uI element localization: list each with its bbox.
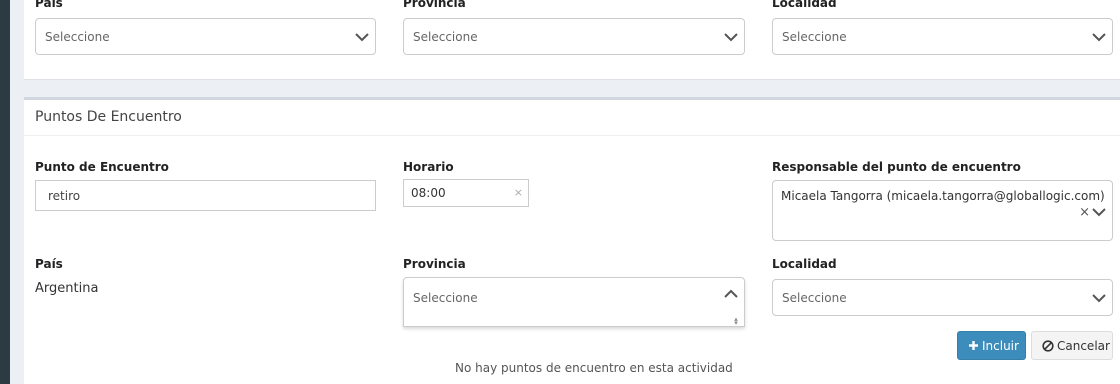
localidad-select-top[interactable]: Seleccione [772, 18, 1113, 55]
localidad-label: Localidad [772, 257, 837, 271]
include-button[interactable]: Incluir [957, 331, 1026, 360]
pais-select-top-value: Seleccione [45, 30, 110, 44]
ban-icon [1042, 340, 1054, 352]
localidad-label-top: Localidad [772, 0, 837, 10]
content-gutter [10, 0, 24, 384]
chevron-down-icon [1092, 294, 1106, 303]
chevron-up-icon [724, 289, 738, 298]
chevron-down-icon [355, 33, 369, 42]
include-button-label: Incluir [982, 339, 1019, 353]
pais-label-top: País [35, 0, 63, 10]
resize-handle-icon[interactable]: ▴ ▾ [732, 316, 740, 327]
close-icon[interactable]: × [1079, 205, 1090, 220]
cancel-button-label: Cancelar [1057, 339, 1110, 353]
responsable-select-value: Micaela Tangorra (micaela.tangorra@globa… [781, 189, 1105, 203]
section-title: Puntos De Encuentro [35, 109, 182, 125]
pais-select-top[interactable]: Seleccione [35, 18, 376, 55]
close-icon[interactable]: × [514, 186, 523, 199]
provincia-select-top[interactable]: Seleccione [403, 18, 745, 55]
pais-label: País [35, 257, 63, 271]
responsable-select[interactable]: Micaela Tangorra (micaela.tangorra@globa… [772, 180, 1113, 241]
responsable-label: Responsable del punto de encuentro [772, 160, 1021, 174]
punto-input[interactable]: retiro [35, 180, 376, 211]
punto-input-value: retiro [48, 189, 81, 203]
box-header: Puntos De Encuentro [24, 100, 1120, 136]
localidad-select-top-value: Seleccione [782, 30, 847, 44]
chevron-down-icon [724, 33, 738, 42]
localidad-select-value: Seleccione [782, 291, 847, 305]
horario-input-value: 08:00 [411, 186, 446, 200]
horario-input[interactable]: 08:00 × [403, 179, 529, 207]
provincia-select-open[interactable]: Seleccione ▴ ▾ [403, 277, 745, 327]
provincia-select-top-value: Seleccione [413, 30, 478, 44]
pais-value: Argentina [35, 281, 99, 296]
cancel-button[interactable]: Cancelar [1031, 331, 1113, 360]
provincia-label: Provincia [403, 257, 466, 271]
empty-message: No hay puntos de encuentro en esta activ… [455, 361, 733, 375]
chevron-down-icon [1092, 208, 1106, 217]
provincia-select-value: Seleccione [413, 291, 478, 305]
plus-icon [969, 341, 978, 350]
chevron-down-icon [1092, 33, 1106, 42]
localidad-select[interactable]: Seleccione [772, 279, 1113, 316]
horario-label: Horario [403, 160, 454, 174]
provincia-label-top: Provincia [403, 0, 466, 10]
punto-label: Punto de Encuentro [35, 160, 169, 174]
sidebar-edge [0, 0, 10, 384]
